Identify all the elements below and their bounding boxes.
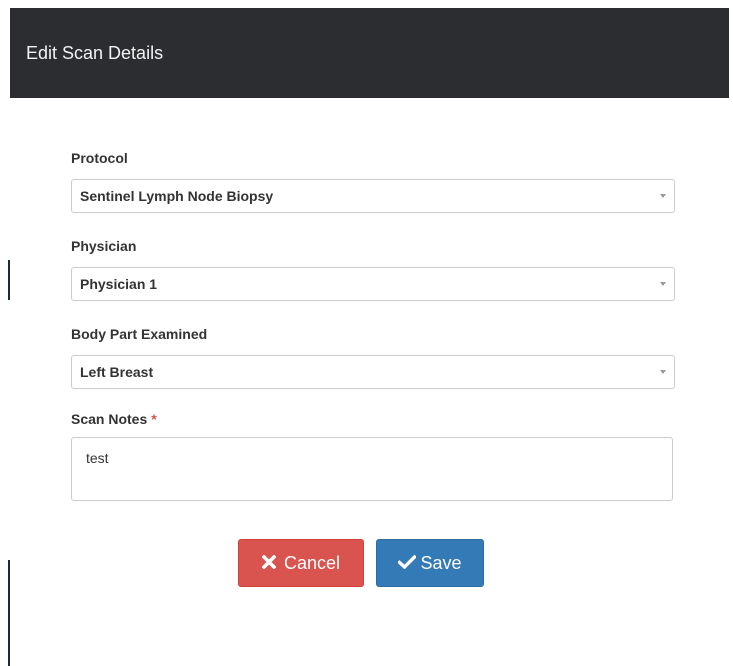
- chevron-down-icon: [660, 194, 666, 198]
- scan-notes-label-text: Scan Notes: [71, 411, 148, 427]
- protocol-label: Protocol: [71, 150, 128, 166]
- backdrop: [0, 0, 733, 8]
- chevron-down-icon: [660, 370, 666, 374]
- check-icon: [397, 553, 418, 574]
- physician-label: Physician: [71, 238, 137, 254]
- scan-notes-textarea[interactable]: test: [71, 437, 673, 501]
- physician-select-value: Physician 1: [80, 276, 158, 292]
- edit-scan-modal: Edit Scan Details Protocol Sentinel Lymp…: [10, 8, 729, 666]
- modal-header: Edit Scan Details: [10, 8, 729, 98]
- required-marker: *: [151, 411, 157, 427]
- backdrop-edge: [0, 0, 10, 666]
- modal-title: Edit Scan Details: [26, 42, 164, 63]
- scan-notes-label: Scan Notes *: [71, 411, 157, 427]
- save-button-label: Save: [420, 552, 462, 573]
- cancel-button-label: Cancel: [283, 552, 341, 573]
- screen: Edit Scan Details Protocol Sentinel Lymp…: [0, 0, 733, 666]
- times-icon: [261, 553, 277, 574]
- physician-select[interactable]: Physician 1: [71, 267, 675, 301]
- protocol-select[interactable]: Sentinel Lymph Node Biopsy: [71, 179, 675, 213]
- scan-notes-value: test: [86, 450, 109, 466]
- body-part-select-value: Left Breast: [80, 364, 154, 380]
- body-part-select[interactable]: Left Breast: [71, 355, 675, 389]
- save-button[interactable]: Save: [376, 539, 484, 587]
- body-part-label: Body Part Examined: [71, 326, 208, 342]
- protocol-select-value: Sentinel Lymph Node Biopsy: [80, 188, 274, 204]
- cancel-button[interactable]: Cancel: [238, 539, 364, 587]
- chevron-down-icon: [660, 282, 666, 286]
